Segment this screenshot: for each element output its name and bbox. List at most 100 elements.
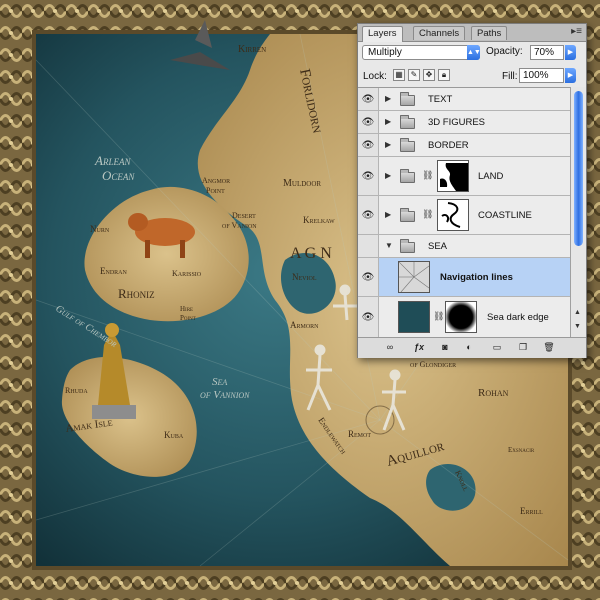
mask-link-chain-icon[interactable]: ⛓︎ <box>422 170 433 181</box>
layer-row-3d-figures[interactable]: 👁︎ ▶ 3D FIGURES <box>358 111 570 134</box>
layer-name: LAND <box>478 171 504 182</box>
visibility-eye-icon[interactable]: 👁︎ <box>358 258 379 296</box>
layer-mask-thumbnail[interactable] <box>445 301 477 333</box>
layer-style-fx-icon[interactable]: ƒx <box>410 341 428 354</box>
layers-scrollbar[interactable]: ▲ ▼ <box>570 87 586 337</box>
visibility-eye-icon[interactable]: 👁︎ <box>358 196 379 234</box>
visibility-eye-icon[interactable]: 👁︎ <box>358 88 379 110</box>
adjustment-layer-icon[interactable]: ◐ <box>462 341 476 354</box>
map-label-kuba: Kuba <box>164 430 184 440</box>
scroll-up-arrow-icon[interactable]: ▲ <box>574 309 581 316</box>
layer-name: 3D FIGURES <box>428 117 486 128</box>
map-label-krelkaw: Krelkaw <box>303 215 335 225</box>
folder-icon <box>400 92 415 106</box>
map-label-arlean: Arlean <box>94 153 131 168</box>
map-label-agn: A G N <box>290 245 332 262</box>
map-label-desert: Desert <box>232 211 256 220</box>
layer-row-land[interactable]: 👁︎ ▶ ⛓︎ LAND <box>358 157 570 196</box>
scrollbar-thumb[interactable] <box>574 91 583 246</box>
panel-menu-icon[interactable]: ▸≡ <box>571 26 582 37</box>
map-label-muldoor: Muldoor <box>283 178 321 189</box>
fill-label: Fill: <box>502 71 518 82</box>
visibility-eye-icon[interactable]: 👁︎ <box>358 111 379 133</box>
map-label-endran: Endran <box>100 266 127 276</box>
map-label-hire-point: Point <box>180 314 196 322</box>
delete-trash-icon[interactable]: 🗑︎ <box>542 341 556 354</box>
layer-name: BORDER <box>428 140 469 151</box>
opacity-slider-button[interactable]: ▶ <box>565 45 576 60</box>
map-label-neviol: Neviol <box>292 272 317 282</box>
folder-icon <box>400 138 415 152</box>
expand-triangle-icon[interactable]: ▶ <box>385 140 391 149</box>
panel-tab-bar: Layers Channels Paths ▸≡ <box>358 24 586 42</box>
expand-triangle-icon[interactable]: ▶ <box>385 94 391 103</box>
blend-mode-value: Multiply <box>368 47 402 58</box>
map-label-ocean: Ocean <box>102 168 135 183</box>
layer-mask-thumbnail[interactable] <box>437 160 469 192</box>
map-label-desert-vanion: of Vanion <box>222 221 257 230</box>
folder-icon <box>400 239 415 253</box>
link-layers-icon[interactable]: ∞ <box>382 341 398 354</box>
layer-thumbnail[interactable] <box>398 301 430 333</box>
new-layer-icon[interactable]: ❐ <box>516 341 530 354</box>
visibility-eye-icon <box>358 235 379 257</box>
map-label-rhuda: Rhuda <box>65 386 88 395</box>
lock-label: Lock: <box>363 71 387 82</box>
map-label-kirren: Kirren <box>238 44 266 55</box>
tab-layers[interactable]: Layers <box>362 26 403 42</box>
tab-paths[interactable]: Paths <box>471 26 508 40</box>
layer-row-coastline[interactable]: 👁︎ ▶ ⛓︎ COASTLINE <box>358 196 570 235</box>
layer-row-sea[interactable]: ▼ SEA <box>358 235 570 258</box>
map-label-rohan: Rohan <box>478 387 509 399</box>
layer-thumbnail[interactable] <box>398 261 430 293</box>
add-mask-icon[interactable]: ◙ <box>438 341 452 354</box>
lock-image-brush-icon[interactable]: ✎ <box>408 69 420 81</box>
layer-row-text[interactable]: 👁︎ ▶ TEXT <box>358 88 570 111</box>
folder-icon <box>400 208 415 222</box>
lock-position-move-icon[interactable]: ✥ <box>423 69 435 81</box>
fill-slider-button[interactable]: ▶ <box>565 68 576 83</box>
layers-panel: Layers Channels Paths ▸≡ Multiply ▲▼ Opa… <box>357 23 587 358</box>
expand-triangle-icon[interactable]: ▶ <box>385 210 391 219</box>
new-group-folder-icon[interactable]: ▭ <box>490 341 504 354</box>
lock-all-padlock-icon[interactable]: 🔒︎ <box>438 69 450 81</box>
map-label-hire: Hire <box>180 305 193 313</box>
opacity-input[interactable]: 70% <box>530 45 564 60</box>
mask-link-chain-icon[interactable]: ⛓︎ <box>433 311 444 322</box>
map-label-angmor-point: Point <box>206 186 225 195</box>
visibility-eye-icon[interactable]: 👁︎ <box>358 157 379 195</box>
layer-row-navigation-lines[interactable]: 👁︎ Navigation lines <box>358 258 570 297</box>
map-label-armorn: Armorn <box>290 320 319 330</box>
map-label-sea: Sea <box>212 376 227 388</box>
visibility-eye-icon[interactable]: 👁︎ <box>358 297 379 337</box>
scroll-down-arrow-icon[interactable]: ▼ <box>574 323 581 330</box>
expand-triangle-icon[interactable]: ▶ <box>385 117 391 126</box>
blend-mode-select[interactable]: Multiply ▲▼ <box>362 45 481 60</box>
layer-name: COASTLINE <box>478 210 532 221</box>
map-label-karissio: Karissio <box>172 269 202 278</box>
map-label-nurn: Nurn <box>90 224 110 234</box>
expand-triangle-icon[interactable]: ▶ <box>385 171 391 180</box>
map-label-of-vannion: of Vannion <box>200 389 250 401</box>
fill-input[interactable]: 100% <box>519 68 564 83</box>
collapse-triangle-icon[interactable]: ▼ <box>385 241 393 250</box>
map-label-exsnacir: Exsnacir <box>508 446 535 454</box>
visibility-eye-icon[interactable]: 👁︎ <box>358 134 379 156</box>
layers-list: 👁︎ ▶ TEXT 👁︎ ▶ 3D FIGURES 👁︎ ▶ BORDER 👁︎… <box>358 87 570 338</box>
folder-icon <box>400 115 415 129</box>
map-label-errill: Errill <box>520 506 543 516</box>
map-label-glondiger: of Glondiger <box>410 360 456 369</box>
tab-channels[interactable]: Channels <box>413 26 466 40</box>
layer-name: SEA <box>428 241 448 252</box>
mask-link-chain-icon[interactable]: ⛓︎ <box>422 209 433 220</box>
folder-icon <box>400 169 415 183</box>
layer-name: TEXT <box>428 94 453 105</box>
layer-row-border[interactable]: 👁︎ ▶ BORDER <box>358 134 570 157</box>
layer-row-sea-dark-edge[interactable]: 👁︎ ⛓︎ Sea dark edge <box>358 297 570 338</box>
opacity-label: Opacity: <box>486 46 523 57</box>
map-label-rhoniz: Rhoniz <box>118 286 155 301</box>
layer-mask-thumbnail[interactable] <box>437 199 469 231</box>
lock-transparency-icon[interactable]: ▦ <box>393 69 405 81</box>
map-label-angmor: Angmor <box>202 176 230 185</box>
select-arrows-icon: ▲▼ <box>467 45 481 60</box>
